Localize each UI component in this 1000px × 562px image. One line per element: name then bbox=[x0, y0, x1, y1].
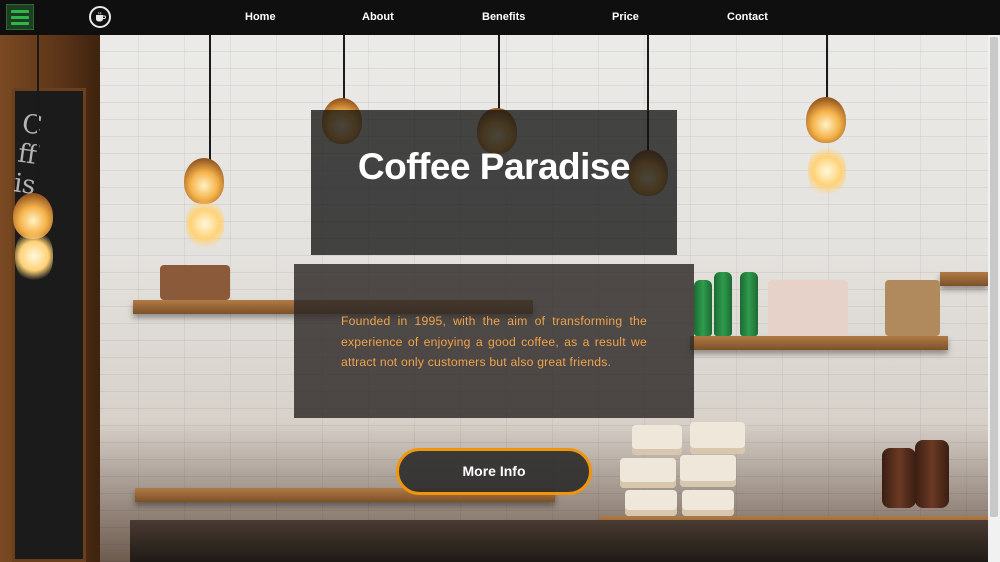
pink-box bbox=[768, 280, 848, 336]
hamburger-icon bbox=[11, 21, 29, 25]
shelf bbox=[690, 336, 948, 350]
coffee-bag bbox=[682, 490, 734, 516]
nav-contact[interactable]: Contact bbox=[727, 0, 768, 35]
coffee-bag bbox=[690, 422, 745, 454]
coffee-cup-icon[interactable] bbox=[89, 6, 111, 28]
hero-title: Coffee Paradise bbox=[357, 146, 631, 187]
paper-bag bbox=[885, 280, 940, 336]
coffee-bag bbox=[680, 455, 736, 487]
bulb-glow bbox=[808, 145, 846, 197]
pendant-lamp bbox=[806, 97, 846, 143]
bottle bbox=[694, 280, 712, 336]
nav-benefits[interactable]: Benefits bbox=[482, 0, 525, 35]
more-info-button[interactable]: More Info bbox=[396, 448, 592, 495]
bulb-glow bbox=[15, 230, 53, 282]
hero-description: Founded in 1995, with the aim of transfo… bbox=[341, 314, 647, 369]
bottle bbox=[714, 272, 732, 336]
hamburger-icon bbox=[11, 15, 29, 19]
chocolate-jar bbox=[915, 440, 949, 508]
scrollbar-thumb[interactable] bbox=[990, 37, 998, 517]
coffee-bag bbox=[625, 490, 677, 516]
coffee-box bbox=[160, 265, 230, 300]
counter bbox=[130, 520, 988, 562]
coffee-bag bbox=[632, 425, 682, 455]
hamburger-menu-button[interactable] bbox=[6, 4, 34, 30]
chocolate-jar bbox=[882, 448, 916, 508]
coffee-bag bbox=[620, 458, 676, 488]
bottle bbox=[740, 272, 758, 336]
bulb-glow bbox=[186, 198, 224, 250]
shelf bbox=[940, 272, 988, 286]
nav-about[interactable]: About bbox=[362, 0, 394, 35]
nav-price[interactable]: Price bbox=[612, 0, 639, 35]
nav-home[interactable]: Home bbox=[245, 0, 276, 35]
hamburger-icon bbox=[11, 9, 29, 13]
